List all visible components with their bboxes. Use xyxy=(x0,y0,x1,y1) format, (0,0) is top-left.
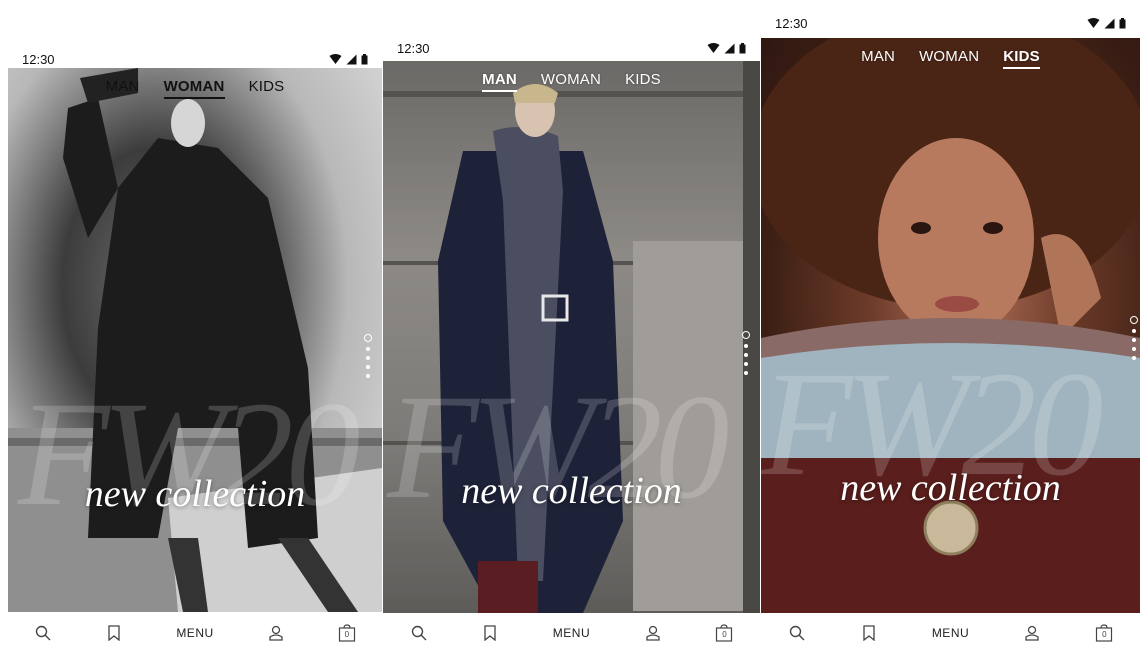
category-nav: MAN WOMAN KIDS xyxy=(761,48,1140,69)
search-button[interactable] xyxy=(399,618,439,648)
account-button[interactable] xyxy=(633,618,673,648)
search-button[interactable] xyxy=(777,618,817,648)
wifi-icon xyxy=(707,42,720,53)
screen-man: 12:30 MAN WOMAN KIDS FW20 new collection… xyxy=(383,33,760,653)
tab-woman[interactable]: WOMAN xyxy=(163,78,225,99)
bookmark-icon xyxy=(484,625,496,641)
indicator-dot xyxy=(1132,329,1136,333)
bag-count: 0 xyxy=(344,630,350,639)
screen-woman: 12:30 MAN WOMAN KIDS FW20 new collection xyxy=(8,44,382,653)
bag-count: 0 xyxy=(722,630,727,639)
wishlist-button[interactable] xyxy=(849,618,889,648)
tab-kids[interactable]: KIDS xyxy=(625,71,661,92)
category-nav: MAN WOMAN KIDS xyxy=(8,78,382,99)
user-icon xyxy=(269,625,283,641)
page-indicator[interactable] xyxy=(1130,316,1138,360)
wifi-icon xyxy=(1087,17,1100,28)
indicator-dot xyxy=(1132,338,1136,342)
hero-kids[interactable]: MAN WOMAN KIDS FW20 new collection xyxy=(761,38,1140,613)
tab-man[interactable]: MAN xyxy=(106,78,140,99)
menu-button[interactable]: MENU xyxy=(165,618,225,648)
indicator-dot xyxy=(744,362,748,366)
hero-photo-shapes xyxy=(761,38,1140,613)
status-icons xyxy=(329,53,368,65)
bag-button[interactable]: 0 xyxy=(327,618,367,648)
user-icon xyxy=(646,625,660,641)
battery-icon xyxy=(739,42,746,53)
menu-button[interactable]: MENU xyxy=(920,618,980,648)
menu-button[interactable]: MENU xyxy=(541,618,601,648)
indicator-dot xyxy=(744,353,748,357)
page-indicator[interactable] xyxy=(364,334,372,378)
hero-woman[interactable]: MAN WOMAN KIDS FW20 new collection xyxy=(8,68,382,612)
bag-count: 0 xyxy=(1102,630,1107,639)
search-icon xyxy=(789,625,805,641)
indicator-dot xyxy=(1132,356,1136,360)
signal-icon xyxy=(346,54,357,64)
indicator-current xyxy=(364,334,372,342)
battery-icon xyxy=(1119,17,1126,28)
indicator-dot xyxy=(744,371,748,375)
wishlist-button[interactable] xyxy=(470,618,510,648)
hero-title: new collection xyxy=(84,473,306,515)
account-button[interactable] xyxy=(1012,618,1052,648)
user-icon xyxy=(1025,625,1039,641)
page-indicator[interactable] xyxy=(742,331,750,375)
tab-man[interactable]: MAN xyxy=(482,71,517,92)
indicator-dot xyxy=(366,356,370,360)
tab-woman[interactable]: WOMAN xyxy=(919,48,979,69)
wishlist-button[interactable] xyxy=(94,618,134,648)
screen-kids: 12:30 MAN WOMAN KIDS FW20 new collection xyxy=(761,8,1140,653)
indicator-dot xyxy=(366,374,370,378)
bookmark-icon xyxy=(863,625,875,641)
indicator-current xyxy=(1130,316,1138,324)
tab-kids[interactable]: KIDS xyxy=(249,78,285,99)
bag-button[interactable]: 0 xyxy=(704,618,744,648)
battery-icon xyxy=(361,53,368,64)
status-time: 12:30 xyxy=(397,40,430,56)
status-time: 12:30 xyxy=(775,15,808,31)
bag-button[interactable]: 0 xyxy=(1084,618,1124,648)
bottom-bar: MENU 0 xyxy=(383,613,760,653)
wifi-icon xyxy=(329,53,342,64)
indicator-current xyxy=(742,331,750,339)
signal-icon xyxy=(724,43,735,53)
bookmark-icon xyxy=(108,625,120,641)
hero-man[interactable]: MAN WOMAN KIDS FW20 new collection xyxy=(383,61,760,613)
tab-woman[interactable]: WOMAN xyxy=(541,71,601,92)
bottom-bar: MENU 0 xyxy=(8,613,382,653)
search-button[interactable] xyxy=(23,618,63,648)
status-icons xyxy=(707,42,746,54)
status-icons xyxy=(1087,17,1126,29)
signal-icon xyxy=(1104,18,1115,28)
hero-title: new collection xyxy=(461,470,682,512)
search-icon xyxy=(411,625,427,641)
status-time: 12:30 xyxy=(22,51,55,67)
status-bar: 12:30 xyxy=(383,33,760,63)
tab-man[interactable]: MAN xyxy=(861,48,895,69)
search-icon xyxy=(36,625,51,641)
indicator-dot xyxy=(744,344,748,348)
category-nav: MAN WOMAN KIDS xyxy=(383,71,760,92)
indicator-dot xyxy=(366,347,370,351)
bottom-bar: MENU 0 xyxy=(761,613,1140,653)
status-bar: 12:30 xyxy=(761,8,1140,38)
tab-kids[interactable]: KIDS xyxy=(1003,48,1040,69)
account-button[interactable] xyxy=(256,618,296,648)
indicator-dot xyxy=(366,365,370,369)
hero-title: new collection xyxy=(840,467,1061,509)
indicator-dot xyxy=(1132,347,1136,351)
